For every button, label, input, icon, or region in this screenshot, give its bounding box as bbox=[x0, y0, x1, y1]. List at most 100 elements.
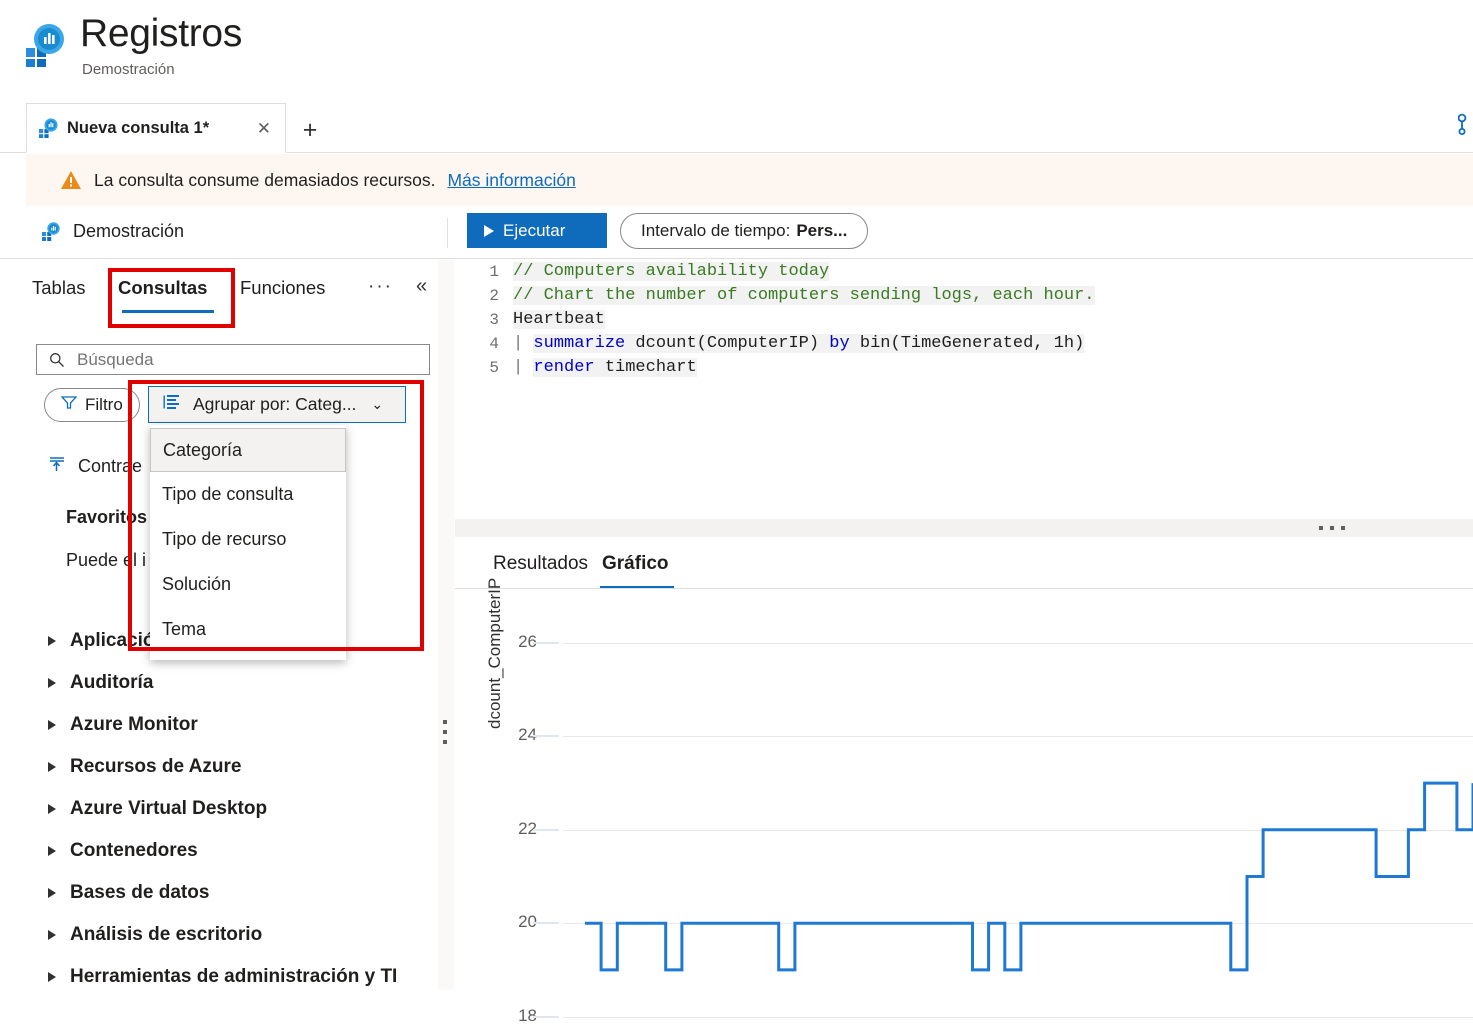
chevron-right-icon bbox=[48, 972, 56, 982]
collapse-all-button[interactable]: Contrae bbox=[48, 455, 142, 478]
chevron-right-icon bbox=[48, 678, 56, 688]
chevron-right-icon bbox=[48, 888, 56, 898]
line-number: 3 bbox=[489, 311, 499, 329]
category-label: Azure Monitor bbox=[70, 714, 198, 735]
chevron-right-icon bbox=[48, 762, 56, 772]
workspace-name: Demostración bbox=[73, 221, 185, 241]
y-axis-ticks: 26 24 22 20 18 bbox=[497, 589, 537, 1025]
menu-item-solucion[interactable]: Solución bbox=[150, 562, 346, 607]
page-title: Registros bbox=[80, 12, 243, 55]
active-tab-indicator bbox=[122, 310, 214, 313]
time-range-value: Pers... bbox=[796, 221, 848, 240]
menu-item-tipo-de-recurso[interactable]: Tipo de recurso bbox=[150, 517, 346, 562]
tab-grafico[interactable]: Gráfico bbox=[602, 553, 669, 575]
code-text: summarize bbox=[533, 334, 626, 353]
chevron-right-icon bbox=[48, 636, 56, 646]
search-input[interactable] bbox=[75, 348, 405, 371]
group-by-label: Agrupar por: Categ... bbox=[193, 394, 357, 414]
menu-item-categoria[interactable]: Categoría bbox=[150, 428, 346, 472]
list-item[interactable]: Azure Virtual Desktop bbox=[0, 788, 440, 830]
chevron-down-icon[interactable]: ⌄ bbox=[371, 396, 383, 413]
workspace-selector[interactable]: Demostración bbox=[42, 221, 184, 242]
sidebar-tab-consultas[interactable]: Consultas bbox=[118, 277, 207, 299]
sidebar-tab-funciones[interactable]: Funciones bbox=[240, 277, 325, 299]
menu-item-tema[interactable]: Tema bbox=[150, 607, 346, 652]
code-text: dcount(ComputerIP) bbox=[625, 334, 830, 353]
list-item[interactable]: Auditoría bbox=[0, 662, 440, 704]
list-item[interactable]: Bases de datos bbox=[0, 872, 440, 914]
chevron-right-icon bbox=[48, 930, 56, 940]
warning-message: La consulta consume demasiados recursos. bbox=[94, 169, 436, 190]
category-label: Análisis de escritorio bbox=[70, 924, 263, 945]
tab-resultados[interactable]: Resultados bbox=[493, 553, 588, 575]
chevron-double-left-icon[interactable]: « bbox=[416, 275, 427, 298]
y-tick-label: 22 bbox=[518, 818, 537, 838]
key-icon[interactable] bbox=[1457, 112, 1473, 138]
results-panel: Resultados Gráfico dcount_ComputerIP 26 2… bbox=[455, 537, 1473, 1025]
group-by-options-menu: Categoría Tipo de consulta Tipo de recur… bbox=[150, 425, 346, 660]
list-item[interactable]: Análisis de escritorio bbox=[0, 914, 440, 956]
workspace-icon bbox=[42, 222, 61, 241]
play-icon bbox=[484, 224, 494, 237]
chart-series-line bbox=[585, 781, 1473, 972]
chevron-right-icon bbox=[48, 846, 56, 856]
gridline-stub bbox=[533, 828, 559, 831]
gridline-stub bbox=[533, 735, 559, 738]
tab-label: Nueva consulta 1* bbox=[67, 118, 210, 137]
ellipsis-icon[interactable]: ··· bbox=[368, 276, 393, 298]
line-number: 4 bbox=[489, 335, 499, 353]
filter-button[interactable]: Filtro bbox=[44, 388, 140, 422]
horizontal-splitter[interactable] bbox=[455, 519, 1473, 537]
chevron-right-icon bbox=[48, 804, 56, 814]
code-text: // Chart the number of computers sending… bbox=[513, 286, 1095, 305]
y-tick-label: 26 bbox=[518, 632, 537, 651]
splitter-dots-icon bbox=[443, 720, 447, 744]
category-label: Contenedores bbox=[70, 840, 198, 861]
list-item[interactable]: Recursos de Azure bbox=[0, 746, 440, 788]
search-box[interactable] bbox=[36, 344, 430, 375]
chart-plot-area bbox=[533, 589, 1473, 1018]
favorites-heading: Favoritos bbox=[66, 507, 148, 527]
category-label: Bases de datos bbox=[70, 882, 210, 903]
warning-triangle-icon bbox=[60, 170, 82, 190]
line-number: 1 bbox=[489, 263, 499, 281]
code-text: timechart bbox=[594, 358, 697, 377]
category-label: Auditoría bbox=[70, 672, 154, 693]
tab-nueva-consulta-1[interactable]: Nueva consulta 1* ✕ bbox=[26, 103, 286, 153]
close-icon[interactable]: ✕ bbox=[255, 120, 273, 137]
plus-icon[interactable]: + bbox=[295, 115, 325, 145]
resource-warning-bar: La consulta consume demasiados recursos.… bbox=[26, 154, 1473, 206]
time-range-selector[interactable]: Intervalo de tiempo: Pers... bbox=[620, 213, 869, 249]
query-editor[interactable]: 1 // Computers availability today 2 // C… bbox=[455, 260, 1473, 519]
code-line: 4 | summarize dcount(ComputerIP) by bin(… bbox=[455, 332, 1473, 356]
category-label: Azure Virtual Desktop bbox=[70, 798, 268, 819]
code-text: render bbox=[533, 358, 595, 377]
code-text: // Computers availability today bbox=[513, 262, 830, 281]
code-text: Heartbeat bbox=[513, 310, 605, 329]
y-tick-label: 20 bbox=[518, 912, 537, 932]
more-info-link[interactable]: Más información bbox=[447, 170, 575, 191]
gridline bbox=[563, 1016, 1473, 1018]
line-number: 2 bbox=[489, 287, 499, 305]
log-analytics-icon bbox=[22, 22, 68, 68]
gridline-stub bbox=[533, 922, 559, 925]
code-text: by bbox=[829, 334, 850, 353]
gridline-stub bbox=[533, 642, 559, 644]
collapse-all-icon bbox=[48, 455, 67, 478]
menu-item-tipo-de-consulta[interactable]: Tipo de consulta bbox=[150, 472, 346, 517]
query-category-list: Aplicació Auditoría Azure Monitor Recurs… bbox=[0, 620, 440, 990]
run-query-button[interactable]: Ejecutar bbox=[467, 213, 607, 248]
page-subtitle: Demostración bbox=[82, 61, 175, 78]
query-tab-icon bbox=[39, 118, 59, 138]
list-item[interactable]: Azure Monitor bbox=[0, 704, 440, 746]
time-range-prefix: Intervalo de tiempo: bbox=[641, 221, 791, 240]
code-line: 5 | render timechart bbox=[455, 356, 1473, 380]
vertical-splitter[interactable] bbox=[438, 260, 454, 990]
list-item[interactable]: Contenedores bbox=[0, 830, 440, 872]
sidebar-tab-tablas[interactable]: Tablas bbox=[32, 277, 85, 299]
category-label: Herramientas de administración y TI bbox=[70, 966, 398, 987]
list-item[interactable]: Herramientas de administración y TI bbox=[0, 956, 440, 990]
timechart[interactable]: dcount_ComputerIP 26 24 22 20 18 bbox=[455, 578, 1473, 1025]
splitter-dots-icon bbox=[1319, 526, 1345, 530]
group-by-dropdown[interactable]: Agrupar por: Categ... ⌄ bbox=[148, 386, 406, 423]
